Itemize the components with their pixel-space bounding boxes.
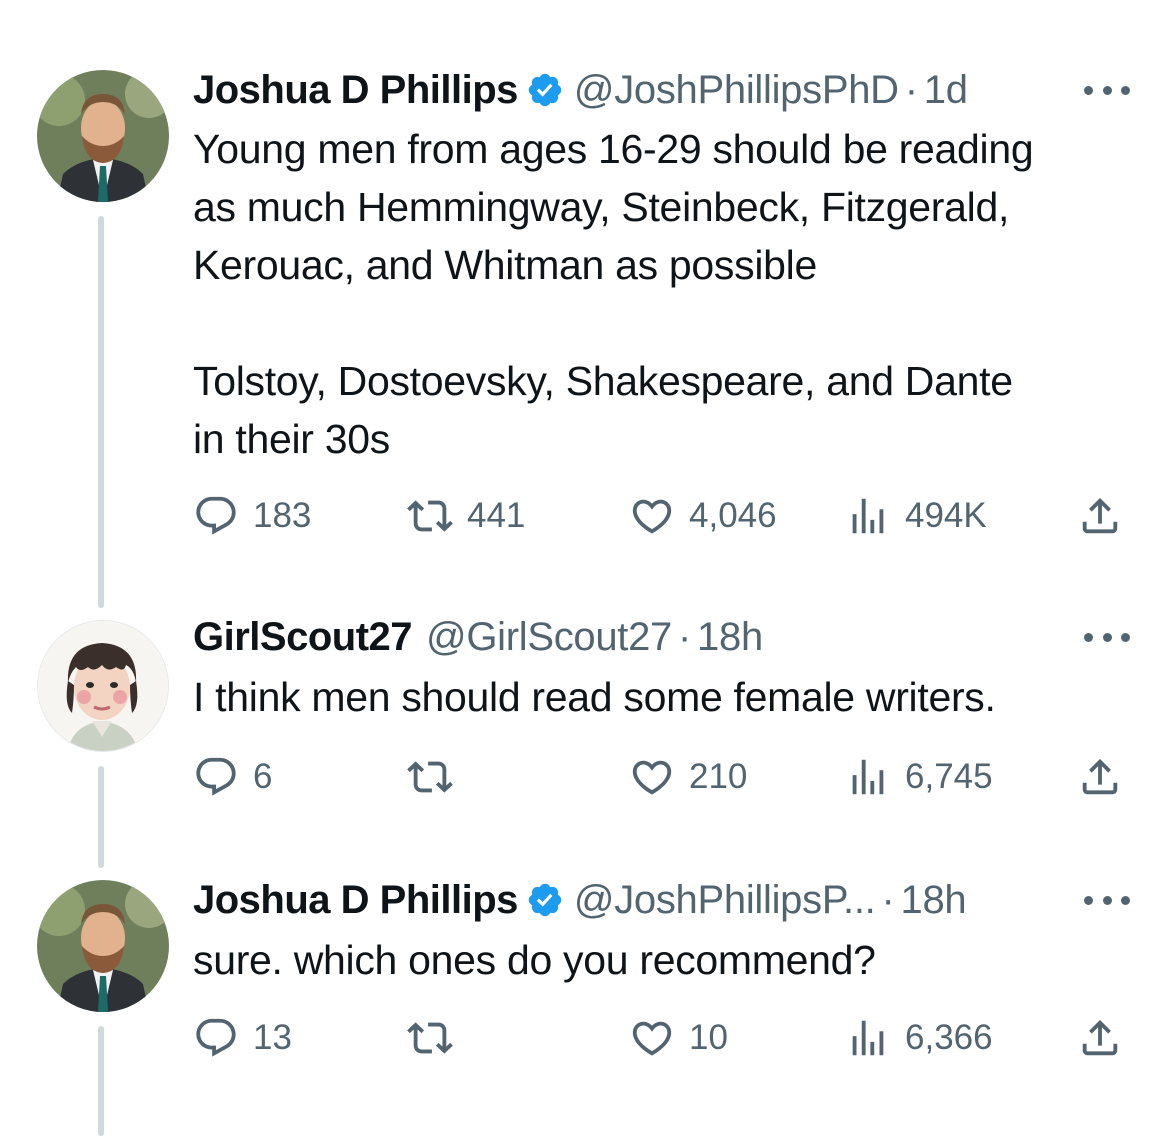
like-button[interactable]: 210 (629, 752, 747, 802)
views-icon (852, 498, 884, 534)
views-icon (852, 759, 884, 795)
retweet-icon (407, 761, 453, 793)
action-bar: 6 210 6,745 (193, 752, 1133, 802)
separator-dot: · (904, 67, 918, 112)
views-button[interactable]: 6,366 (845, 1013, 993, 1063)
tweet-header: Joshua D Phillips @JoshPhillipsPhD · 1d (193, 65, 968, 115)
verified-badge-icon (526, 881, 564, 919)
tweet-timestamp[interactable]: 18h (697, 615, 763, 660)
like-button[interactable]: 10 (629, 1013, 728, 1063)
thread-line (98, 766, 104, 868)
heart-icon (632, 499, 672, 534)
tweet-1[interactable]: Joshua D Phillips @JoshPhillipsPhD · 1d … (0, 0, 1170, 608)
tweet-text-line: sure. which ones do you recommend? (193, 937, 876, 983)
author-name[interactable]: Joshua D Phillips (193, 68, 518, 113)
tweet-header: GirlScout27 @GirlScout27 · 18h (193, 612, 763, 662)
author-name[interactable]: Joshua D Phillips (193, 878, 518, 923)
share-icon (1082, 1019, 1118, 1056)
author-handle[interactable]: @JoshPhillipsP... (574, 878, 876, 923)
tweet-text-line: in their 30s (193, 416, 390, 462)
views-count: 494K (905, 496, 987, 535)
retweet-icon (407, 500, 453, 532)
more-icon[interactable] (1084, 875, 1130, 925)
share-button[interactable] (1077, 491, 1123, 541)
author-handle[interactable]: @GirlScout27 (426, 615, 672, 660)
separator-dot: · (881, 877, 895, 922)
heart-icon (632, 1021, 672, 1056)
share-icon (1082, 758, 1118, 795)
thread-line (98, 1026, 104, 1136)
tweet-text: Young men from ages 16-29 should be read… (193, 120, 1034, 468)
action-bar: 13 10 6,366 (193, 1013, 1133, 1063)
separator-dot: · (678, 614, 692, 659)
share-button[interactable] (1077, 752, 1123, 802)
share-button[interactable] (1077, 1013, 1123, 1063)
tweet-text-line: I think men should read some female writ… (193, 674, 996, 720)
author-handle[interactable]: @JoshPhillipsPhD (574, 68, 899, 113)
tweet-text: I think men should read some female writ… (193, 668, 996, 726)
tweet-header: Joshua D Phillips @JoshPhillipsP... · 18… (193, 875, 967, 925)
heart-icon (632, 760, 672, 795)
views-button[interactable]: 494K (845, 491, 987, 541)
avatar-joshua[interactable] (37, 70, 169, 202)
more-icon[interactable] (1084, 612, 1130, 662)
avatar-photo (37, 70, 169, 202)
tweet-timestamp[interactable]: 18h (901, 878, 967, 923)
tweet-text-line: as much Hemmingway, Steinbeck, Fitzgeral… (193, 184, 1010, 230)
like-count: 210 (689, 757, 748, 796)
reply-count: 6 (253, 757, 273, 796)
avatar-photo (37, 880, 169, 1012)
reply-icon (196, 757, 236, 796)
reply-button[interactable]: 13 (193, 1013, 292, 1063)
retweet-button[interactable]: 441 (407, 491, 525, 541)
retweet-button[interactable] (407, 1013, 467, 1063)
like-count: 10 (689, 1018, 728, 1057)
thread-line (98, 216, 104, 608)
author-name[interactable]: GirlScout27 (193, 615, 413, 660)
retweet-icon (407, 1022, 453, 1054)
avatar-joshua[interactable] (37, 880, 169, 1012)
like-count: 4,046 (689, 496, 777, 535)
views-button[interactable]: 6,745 (845, 752, 993, 802)
like-button[interactable]: 4,046 (629, 491, 777, 541)
tweet-timestamp[interactable]: 1d (924, 68, 968, 113)
tweet-text: sure. which ones do you recommend? (193, 931, 876, 989)
avatar-girlscout[interactable] (37, 620, 169, 752)
reply-count: 183 (253, 496, 312, 535)
tweet-text-line: Young men from ages 16-29 should be read… (193, 126, 1034, 172)
tweet-3[interactable]: Joshua D Phillips @JoshPhillipsP... · 18… (0, 870, 1170, 1137)
reply-button[interactable]: 6 (193, 752, 272, 802)
share-icon (1082, 497, 1118, 534)
verified-badge-icon (526, 71, 564, 109)
retweet-button[interactable] (407, 752, 467, 802)
views-count: 6,366 (905, 1018, 993, 1057)
avatar-drawing (38, 621, 168, 751)
tweet-text-line: Tolstoy, Dostoevsky, Shakespeare, and Da… (193, 358, 1013, 404)
tweet-text-line: Kerouac, and Whitman as possible (193, 242, 817, 288)
reply-icon (196, 496, 236, 535)
tweet-2[interactable]: GirlScout27 @GirlScout27 · 18h I think m… (0, 600, 1170, 870)
reply-button[interactable]: 183 (193, 491, 311, 541)
retweet-count: 441 (467, 496, 526, 535)
reply-icon (196, 1018, 236, 1057)
views-count: 6,745 (905, 757, 993, 796)
more-icon[interactable] (1084, 65, 1130, 115)
views-icon (852, 1020, 884, 1056)
action-bar: 183 441 4,046 494K (193, 491, 1133, 541)
reply-count: 13 (253, 1018, 292, 1057)
